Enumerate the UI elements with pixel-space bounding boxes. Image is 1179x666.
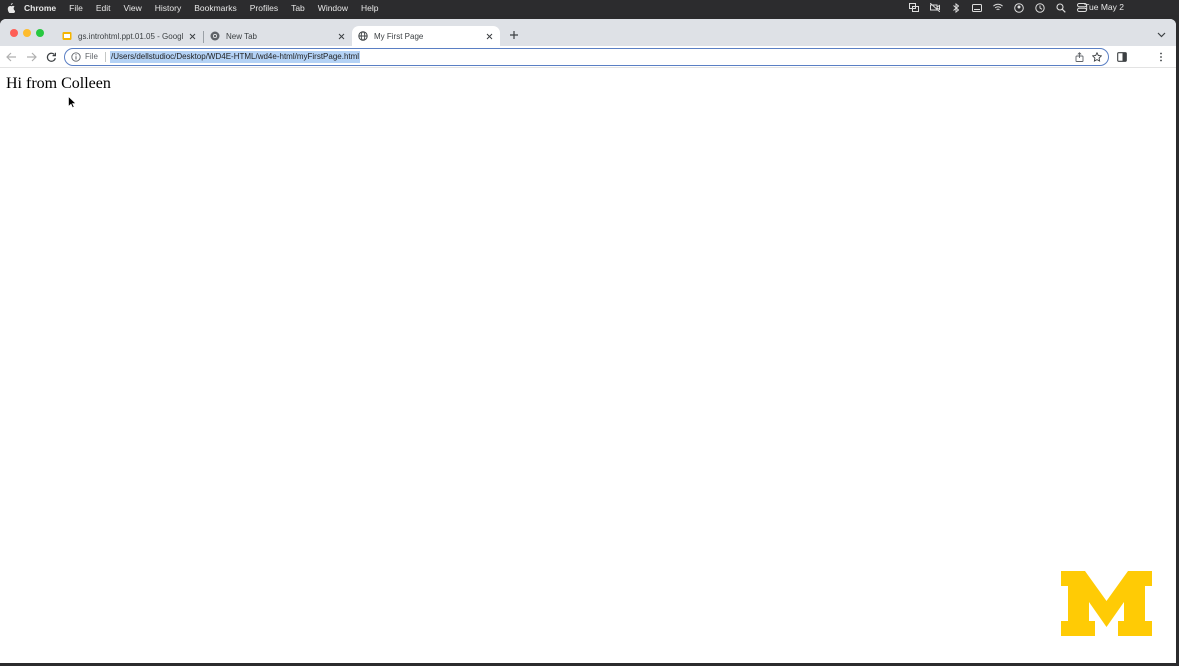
share-icon[interactable] — [1074, 52, 1084, 62]
tab-my-first-page[interactable]: My First Page — [352, 26, 500, 46]
screen-mirror-icon[interactable] — [909, 3, 919, 13]
browser-window: gs.introhtml.ppt.01.05 - Googl New Tab M… — [0, 19, 1176, 663]
tab-new-tab[interactable]: New Tab — [204, 26, 352, 46]
bookmark-star-icon[interactable] — [1092, 52, 1102, 62]
reload-icon[interactable] — [45, 51, 57, 63]
menu-profiles[interactable]: Profiles — [250, 3, 278, 13]
close-icon[interactable] — [484, 31, 494, 41]
side-panel-icon[interactable] — [1116, 51, 1128, 63]
spotlight-search-icon[interactable] — [1056, 2, 1066, 13]
menu-chrome[interactable]: Chrome — [24, 3, 56, 13]
mouse-cursor-icon — [68, 96, 76, 108]
zoom-window-button[interactable] — [36, 29, 44, 37]
tab-search-chevron-icon[interactable] — [1156, 31, 1166, 39]
page-body-text: Hi from Colleen — [6, 75, 111, 92]
chrome-icon — [210, 31, 220, 41]
page-viewport: Hi from Colleen — [0, 69, 1176, 663]
browser-toolbar: File /Users/dellstudioc/Desktop/WD4E-HTM… — [0, 46, 1176, 68]
close-window-button[interactable] — [10, 29, 18, 37]
menu-help[interactable]: Help — [361, 3, 378, 13]
globe-icon — [358, 31, 368, 41]
menu-bookmarks[interactable]: Bookmarks — [194, 3, 237, 13]
url-text[interactable]: /Users/dellstudioc/Desktop/WD4E-HTML/wd4… — [110, 51, 361, 63]
menu-history[interactable]: History — [155, 3, 181, 13]
address-bar[interactable]: File /Users/dellstudioc/Desktop/WD4E-HTM… — [64, 48, 1109, 66]
status-icons — [898, 0, 1087, 15]
bluetooth-icon[interactable] — [951, 2, 961, 13]
close-icon[interactable] — [187, 31, 197, 41]
menu-edit[interactable]: Edit — [96, 3, 111, 13]
menu-tab[interactable]: Tab — [291, 3, 305, 13]
minimize-window-button[interactable] — [23, 29, 31, 37]
new-tab-plus-icon[interactable] — [508, 29, 520, 41]
more-menu-icon[interactable] — [1156, 51, 1166, 63]
apple-icon[interactable] — [6, 2, 16, 13]
tab-title: My First Page — [374, 31, 424, 41]
user-icon[interactable] — [1014, 2, 1024, 13]
no-camera-icon[interactable] — [930, 3, 940, 13]
keyboard-icon[interactable] — [972, 3, 982, 13]
time-machine-icon[interactable] — [1035, 2, 1045, 13]
block-m-logo — [1061, 571, 1152, 636]
tab-title: gs.introhtml.ppt.01.05 - Googl — [78, 31, 184, 41]
tab-strip: gs.introhtml.ppt.01.05 - Googl New Tab M… — [0, 19, 1176, 46]
menu-file[interactable]: File — [69, 3, 83, 13]
menubar-clock[interactable]: Tue May 2 — [1084, 0, 1124, 15]
tab-title: New Tab — [226, 31, 257, 41]
forward-arrow-icon[interactable] — [25, 51, 37, 63]
tab-slides[interactable]: gs.introhtml.ppt.01.05 - Googl — [56, 26, 203, 46]
wifi-icon[interactable] — [993, 3, 1003, 13]
macos-menu-bar: Chrome File Edit View History Bookmarks … — [0, 0, 1179, 15]
back-arrow-icon[interactable] — [5, 51, 17, 63]
slides-icon — [62, 31, 72, 41]
url-scheme-label: File — [85, 52, 98, 61]
menu-view[interactable]: View — [123, 3, 141, 13]
menu-window[interactable]: Window — [318, 3, 348, 13]
close-icon[interactable] — [336, 31, 346, 41]
omnibox-divider — [105, 52, 106, 62]
info-icon[interactable] — [71, 52, 81, 62]
